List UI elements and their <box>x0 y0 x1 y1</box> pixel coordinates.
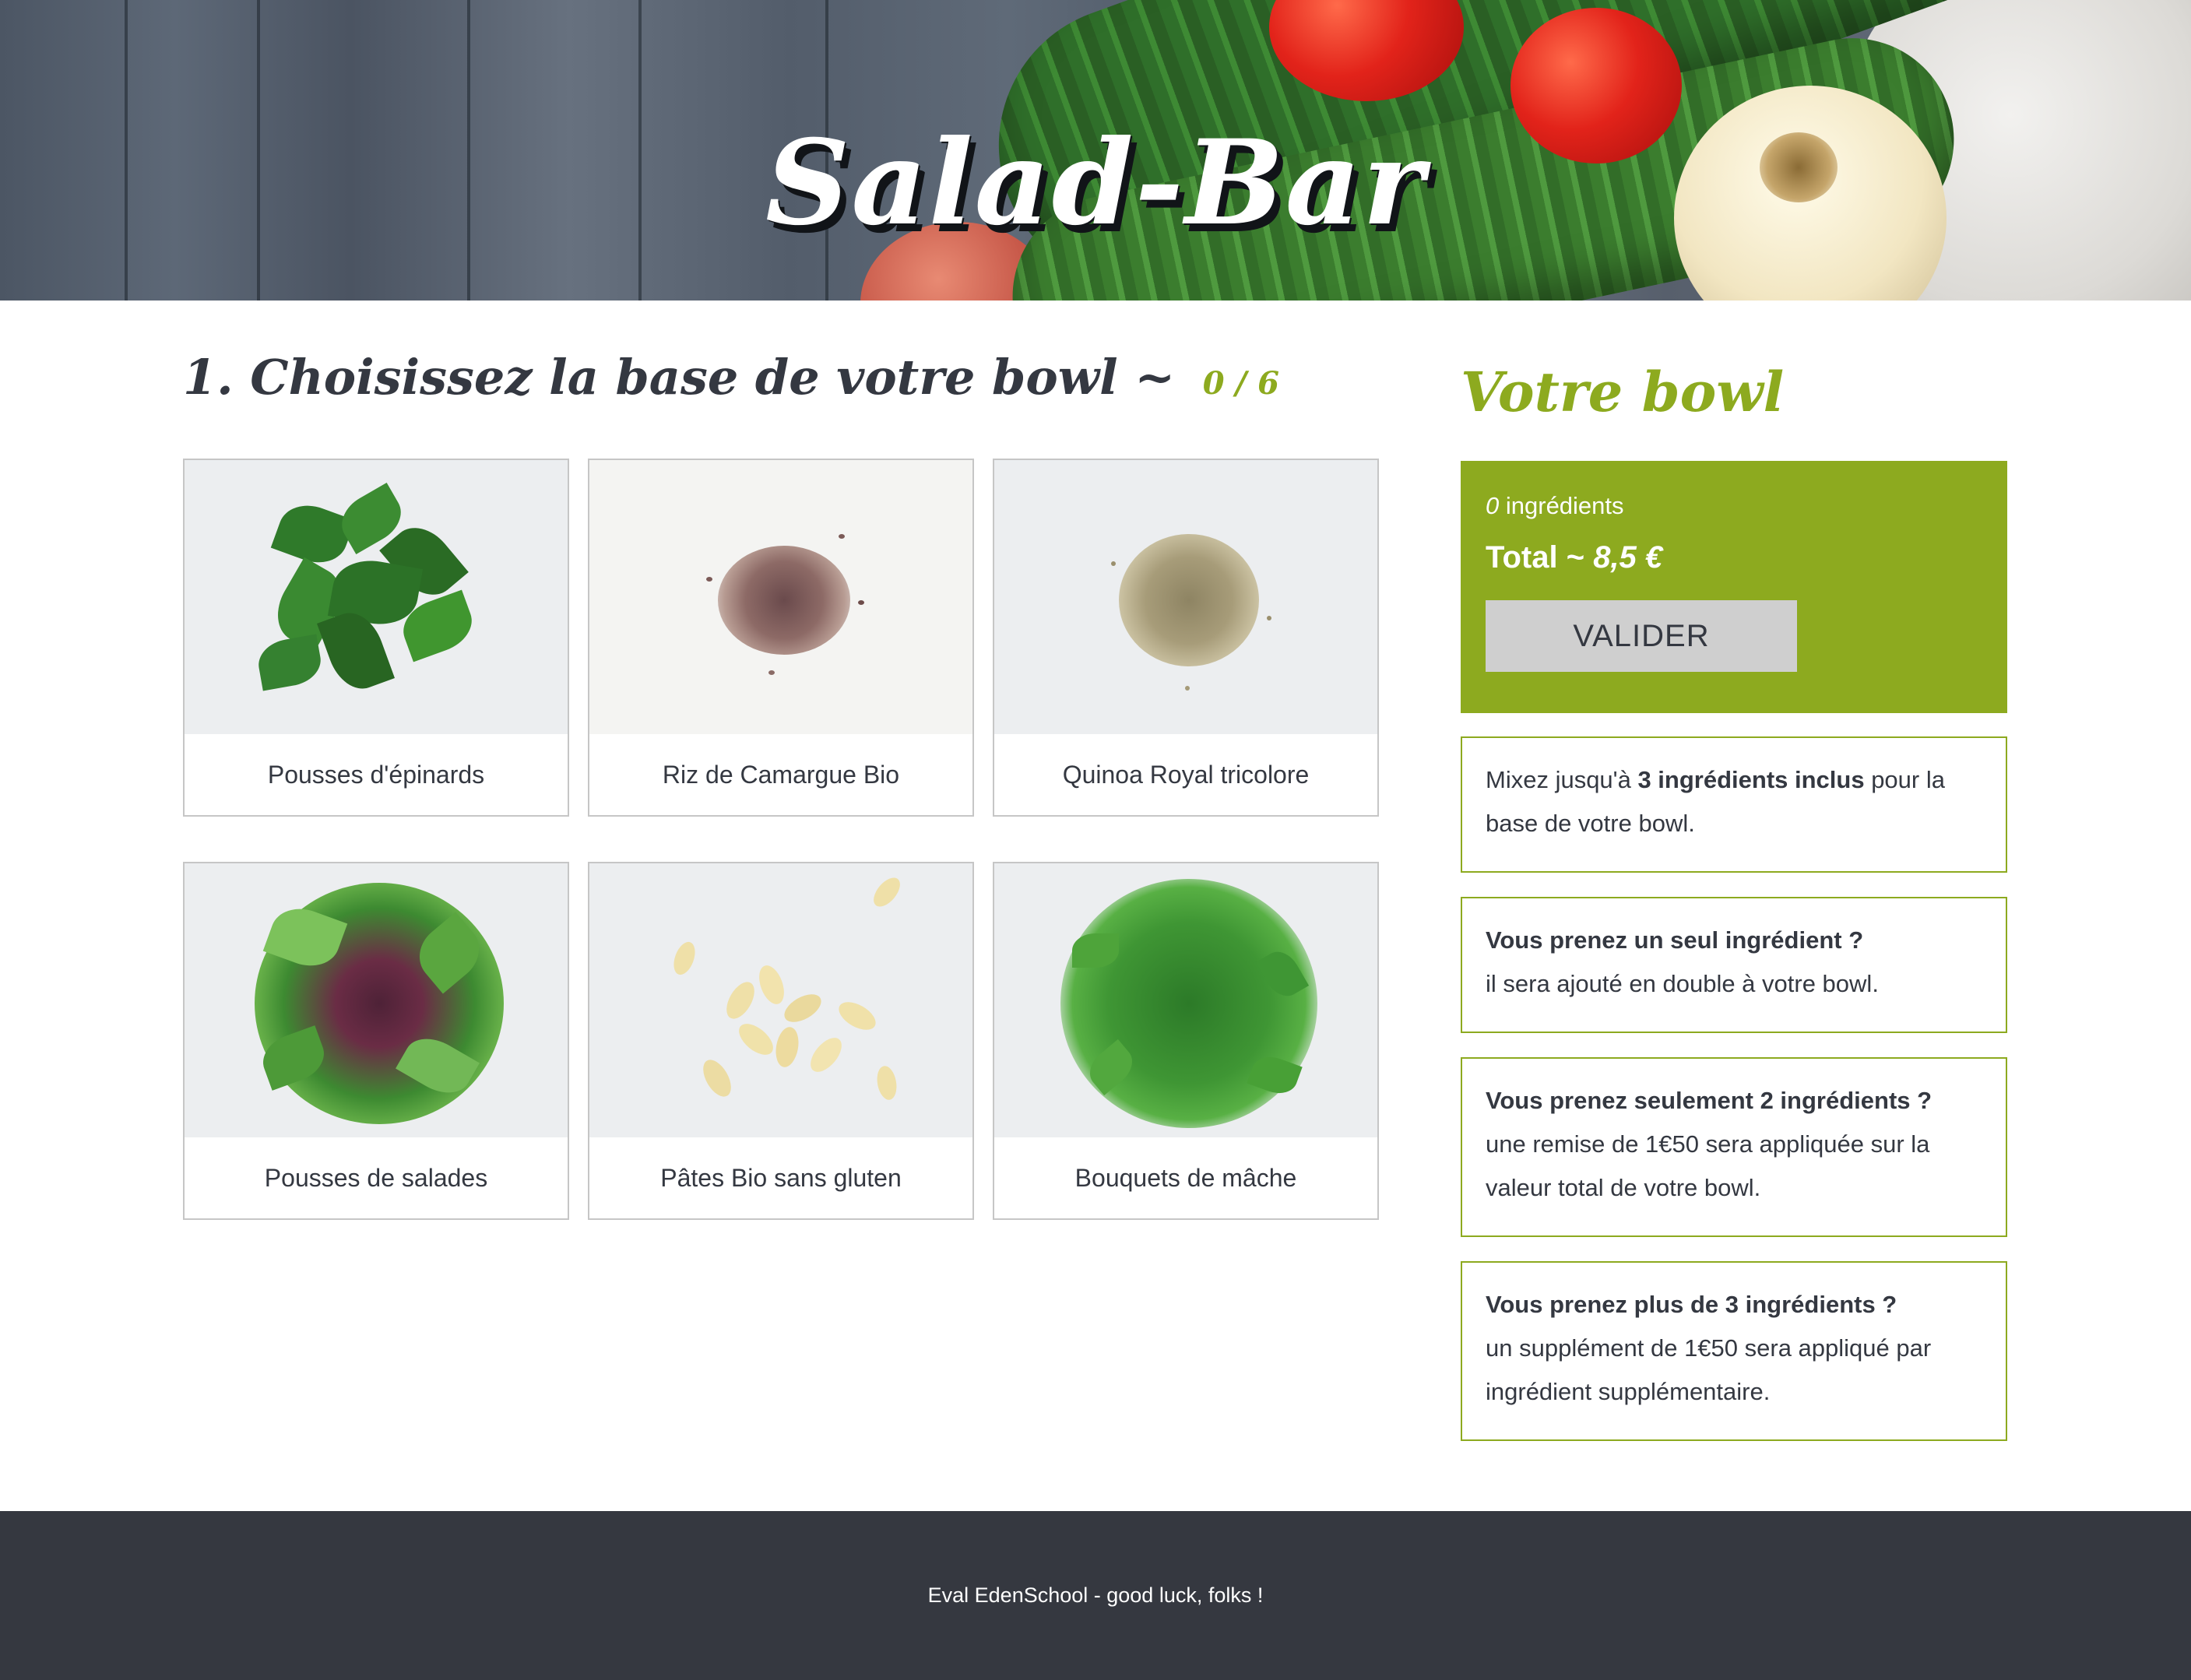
ingredient-count: 0 ingrédients <box>1486 492 1982 520</box>
step-title: 1. Choisissez la base de votre bowl ~ 0 … <box>183 349 1279 406</box>
bowl-title: Votre bowl <box>1461 360 1785 424</box>
product-label: Riz de Camargue Bio <box>662 760 900 789</box>
product-card-mache[interactable]: Bouquets de mâche <box>993 862 1379 1220</box>
bowl-summary: 0 ingrédients Total ~ 8,5 € VALIDER <box>1461 461 2007 713</box>
product-label: Quinoa Royal tricolore <box>1062 760 1310 789</box>
product-card-quinoa[interactable]: Quinoa Royal tricolore <box>993 459 1379 817</box>
product-label: Pousses de salades <box>264 1163 488 1192</box>
rule-text: Mixez jusqu'à <box>1486 766 1638 793</box>
bowl-total: Total ~ 8,5 € <box>1486 540 1982 575</box>
rule-box-included: Mixez jusqu'à 3 ingrédients inclus pour … <box>1461 736 2007 873</box>
hero-banner: Salad-Bar <box>0 0 2191 301</box>
rule-bold: 3 ingrédients inclus <box>1637 766 1865 793</box>
product-card-rice[interactable]: Riz de Camargue Bio <box>588 459 974 817</box>
product-label: Bouquets de mâche <box>1074 1163 1297 1192</box>
product-label: Pousses d'épinards <box>267 760 485 789</box>
salad-image <box>185 863 568 1137</box>
footer-text: Eval EdenSchool - good luck, folks ! <box>927 1583 1264 1607</box>
pasta-image <box>589 863 972 1137</box>
product-grid: Pousses d'épinards Riz de Camargue Bio Q… <box>183 459 1382 1220</box>
rule-answer: il sera ajouté en double à votre bowl. <box>1486 970 1879 997</box>
spinach-image <box>185 460 568 734</box>
rule-answer: une remise de 1€50 sera appliquée sur la… <box>1486 1130 1930 1201</box>
rule-question: Vous prenez seulement 2 ingrédients ? <box>1486 1087 1933 1114</box>
rule-box-single: Vous prenez un seul ingrédient ? il sera… <box>1461 897 2007 1033</box>
site-title: Salad-Bar <box>765 114 1426 251</box>
product-card-pasta[interactable]: Pâtes Bio sans gluten <box>588 862 974 1220</box>
rule-answer: un supplément de 1€50 sera appliqué par … <box>1486 1334 1932 1405</box>
rule-box-more: Vous prenez plus de 3 ingrédients ? un s… <box>1461 1261 2007 1441</box>
ingredient-count-value: 0 <box>1486 492 1500 519</box>
rice-image <box>589 460 972 734</box>
ingredient-count-label: ingrédients <box>1505 492 1624 519</box>
product-card-salad[interactable]: Pousses de salades <box>183 862 569 1220</box>
mache-image <box>994 863 1377 1137</box>
footer: Eval EdenSchool - good luck, folks ! <box>0 1511 2191 1680</box>
product-card-spinach[interactable]: Pousses d'épinards <box>183 459 569 817</box>
product-label: Pâtes Bio sans gluten <box>660 1163 902 1192</box>
total-label: Total ~ <box>1486 540 1585 575</box>
total-value: 8,5 € <box>1593 540 1663 575</box>
validate-button[interactable]: VALIDER <box>1486 600 1797 672</box>
step-title-text: 1. Choisissez la base de votre bowl ~ <box>183 349 1176 406</box>
rule-question: Vous prenez plus de 3 ingrédients ? <box>1486 1291 1897 1318</box>
quinoa-image <box>994 460 1377 734</box>
rule-question: Vous prenez un seul ingrédient ? <box>1486 926 1864 954</box>
rule-box-two: Vous prenez seulement 2 ingrédients ? un… <box>1461 1057 2007 1237</box>
step-counter: 0 / 6 <box>1202 365 1279 402</box>
